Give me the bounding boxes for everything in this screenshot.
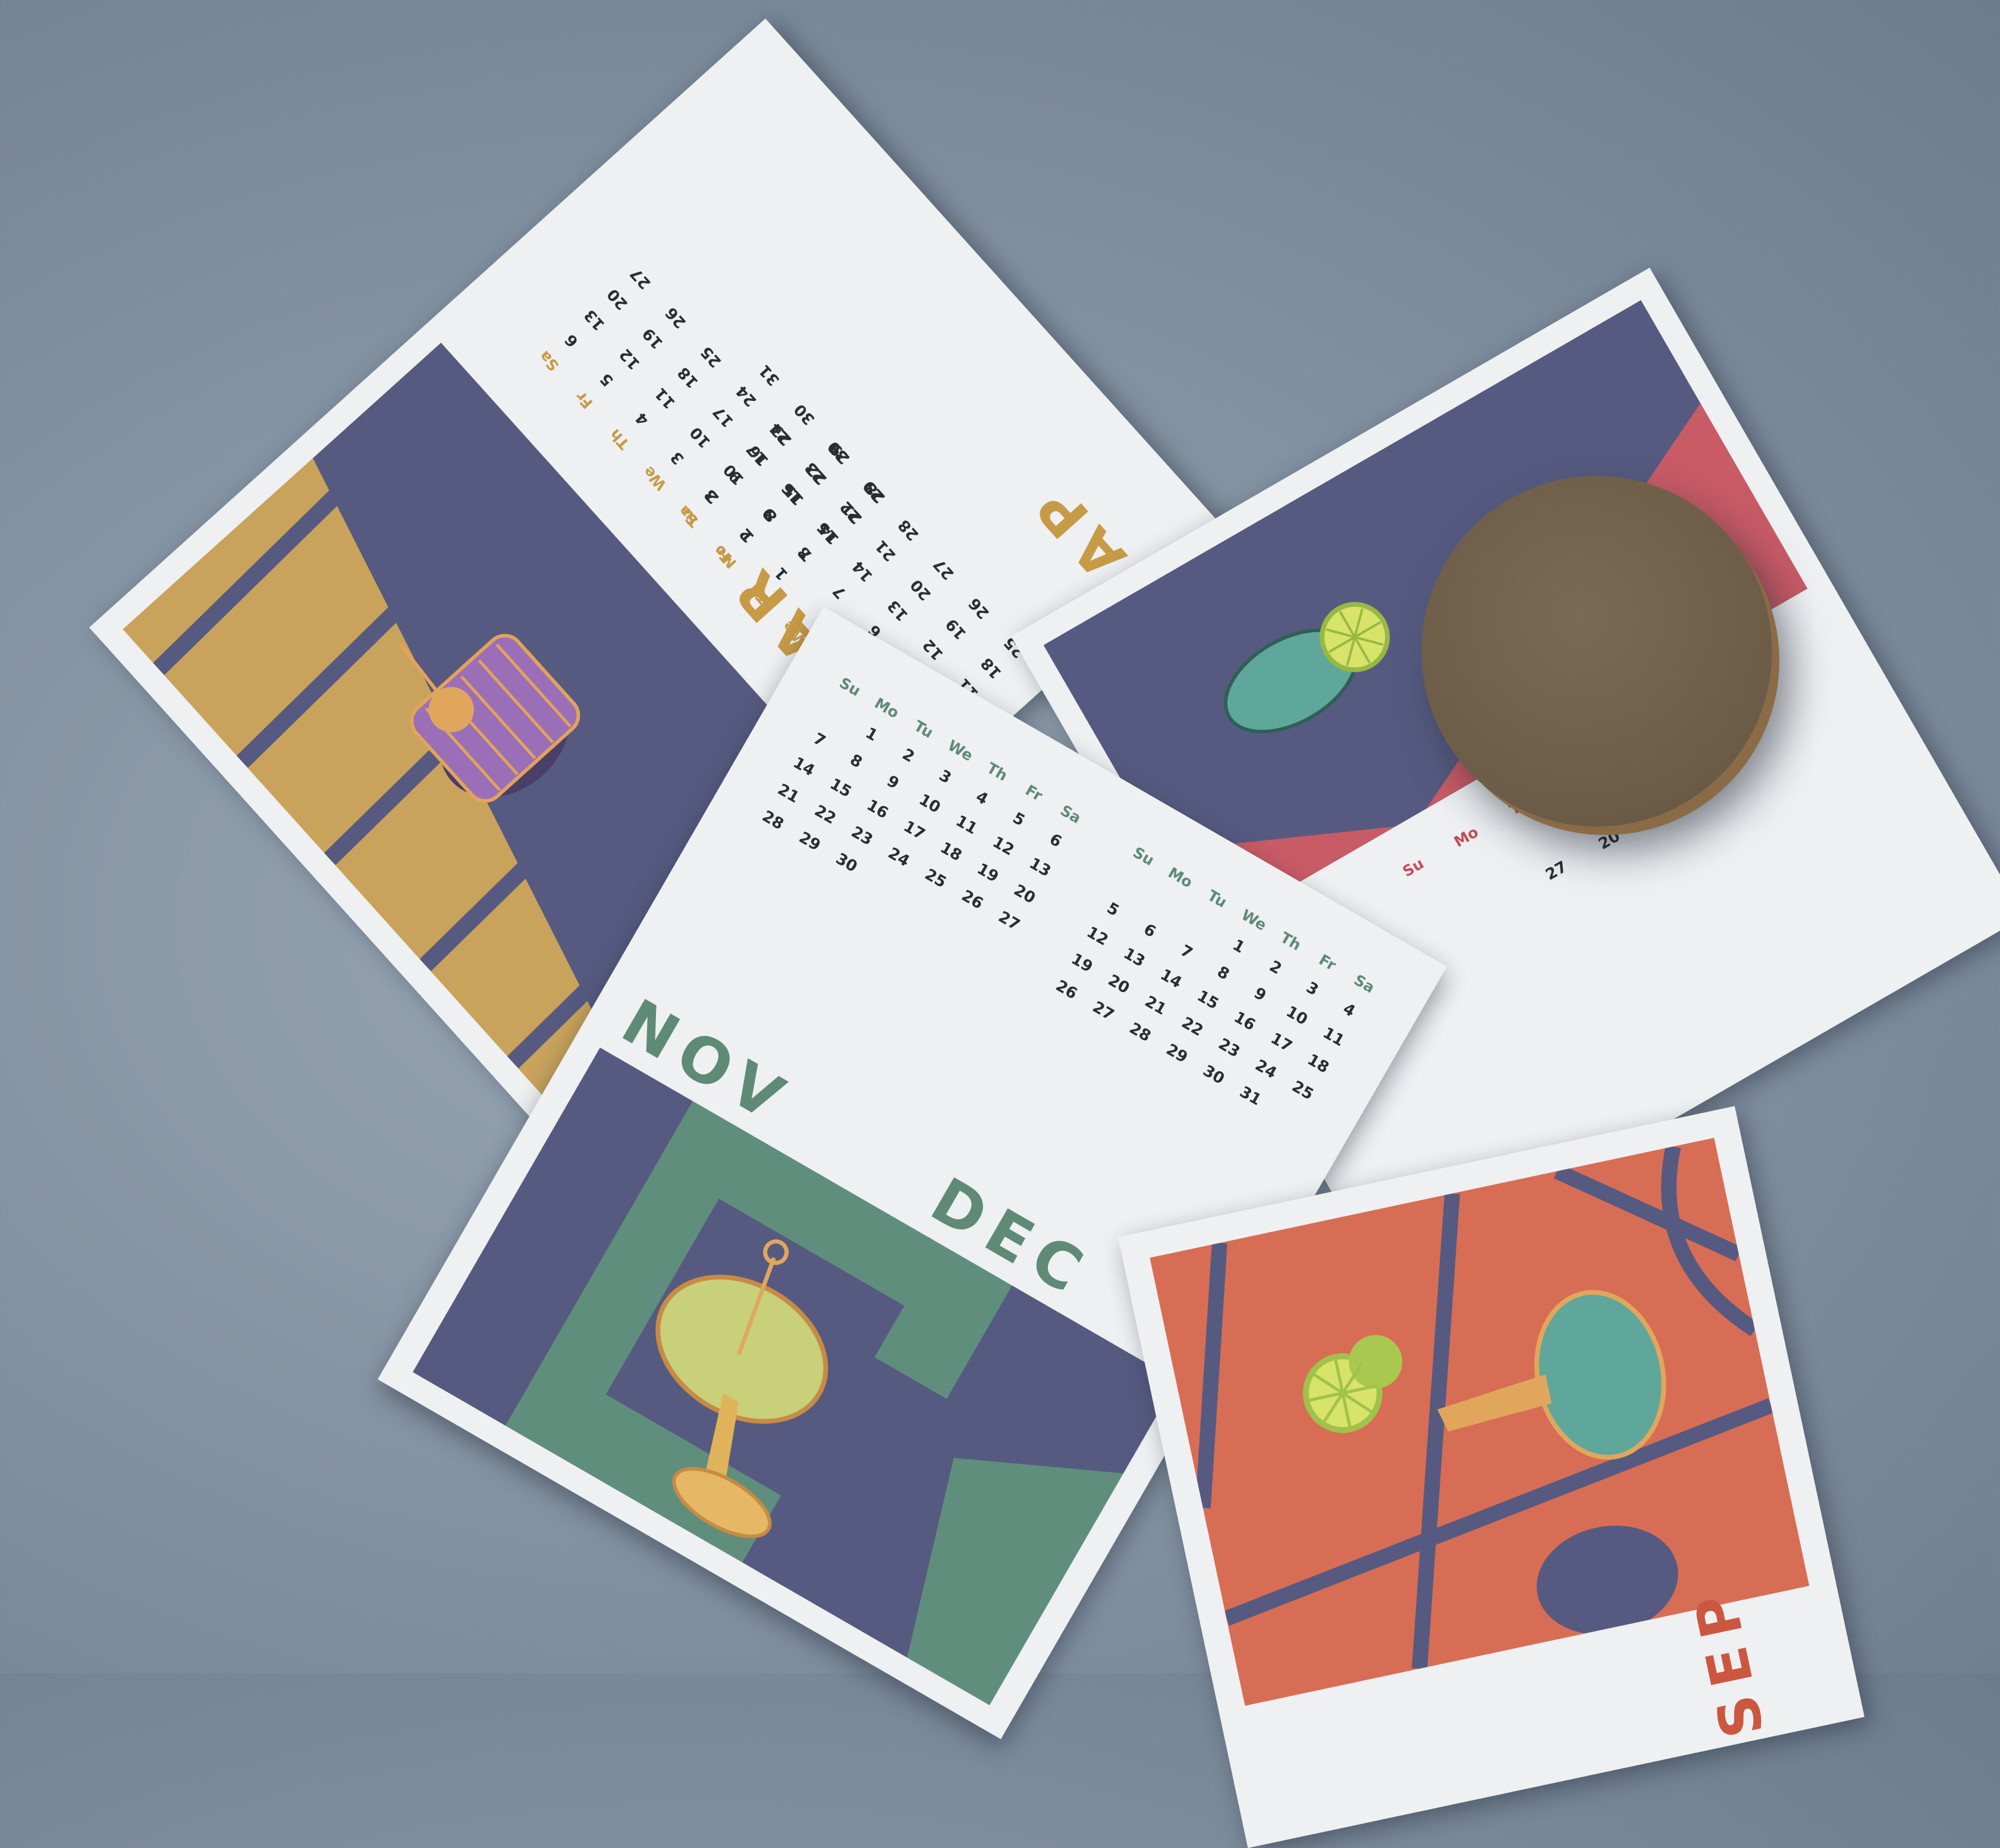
day-number: 10 [915, 790, 944, 817]
day-number: 18 [1304, 1050, 1332, 1077]
day-number: 21 [774, 780, 802, 807]
day-number: 8 [1214, 962, 1233, 984]
day-number: 3 [935, 766, 955, 787]
day-number: 2 [899, 745, 918, 767]
day-number: 23 [1215, 1035, 1243, 1062]
day-number: 22 [811, 802, 839, 829]
day-number: 12 [989, 833, 1018, 859]
day-number: 16 [864, 796, 891, 823]
day-number: 3 [1303, 978, 1321, 1000]
day-number: 6 [1046, 830, 1065, 852]
day-number: 9 [883, 772, 902, 793]
day-number: 4 [972, 787, 991, 809]
day-number: 13 [1120, 945, 1148, 971]
day-number: 11 [952, 812, 981, 839]
day-number: 14 [1157, 965, 1185, 992]
day-number: 20 [1010, 881, 1038, 908]
day-number: 25 [921, 865, 950, 892]
day-number: 5 [1009, 809, 1028, 830]
day-number: 17 [900, 817, 928, 844]
day-number: 13 [1026, 854, 1054, 881]
day-number [1106, 864, 1151, 901]
day-number: 1 [862, 724, 881, 745]
day-number: 21 [1141, 992, 1170, 1019]
day-number: 23 [848, 823, 876, 849]
day-number: 8 [847, 751, 865, 772]
calendar-card-sep: SEP [1118, 1106, 1865, 1848]
day-number: 19 [974, 859, 1002, 886]
day-number: 20 [1104, 971, 1133, 998]
day-number: 15 [1194, 987, 1222, 1014]
day-number: 2 [1266, 957, 1285, 978]
day-number: 18 [937, 839, 965, 865]
day-number: 1 [1229, 936, 1248, 957]
day-number: 10 [1283, 1002, 1311, 1029]
day-number [1179, 907, 1225, 944]
day-number: 7 [1177, 942, 1196, 963]
day-number [812, 695, 858, 732]
day-number: 6 [1140, 920, 1159, 942]
day-number: 27 [995, 908, 1023, 934]
day-number [1142, 886, 1188, 923]
day-number: 16 [1230, 1008, 1258, 1035]
day-number: 17 [1267, 1029, 1295, 1056]
cork-coaster [1421, 476, 1772, 827]
day-number: 22 [1178, 1014, 1206, 1040]
day-number: 19 [1068, 950, 1096, 977]
day-number: 15 [827, 775, 855, 802]
day-number: 11 [1320, 1024, 1348, 1050]
day-number: 25 [1289, 1077, 1317, 1104]
day-number: 7 [810, 729, 828, 751]
day-number: 24 [1252, 1056, 1280, 1083]
day-number: 5 [1103, 899, 1122, 920]
day-number: 26 [958, 886, 987, 913]
day-number: 9 [1251, 984, 1269, 1005]
day-number: 14 [790, 754, 818, 780]
day-number: 4 [1340, 1000, 1358, 1021]
day-number: 12 [1084, 923, 1112, 950]
day-number: 24 [884, 844, 913, 871]
